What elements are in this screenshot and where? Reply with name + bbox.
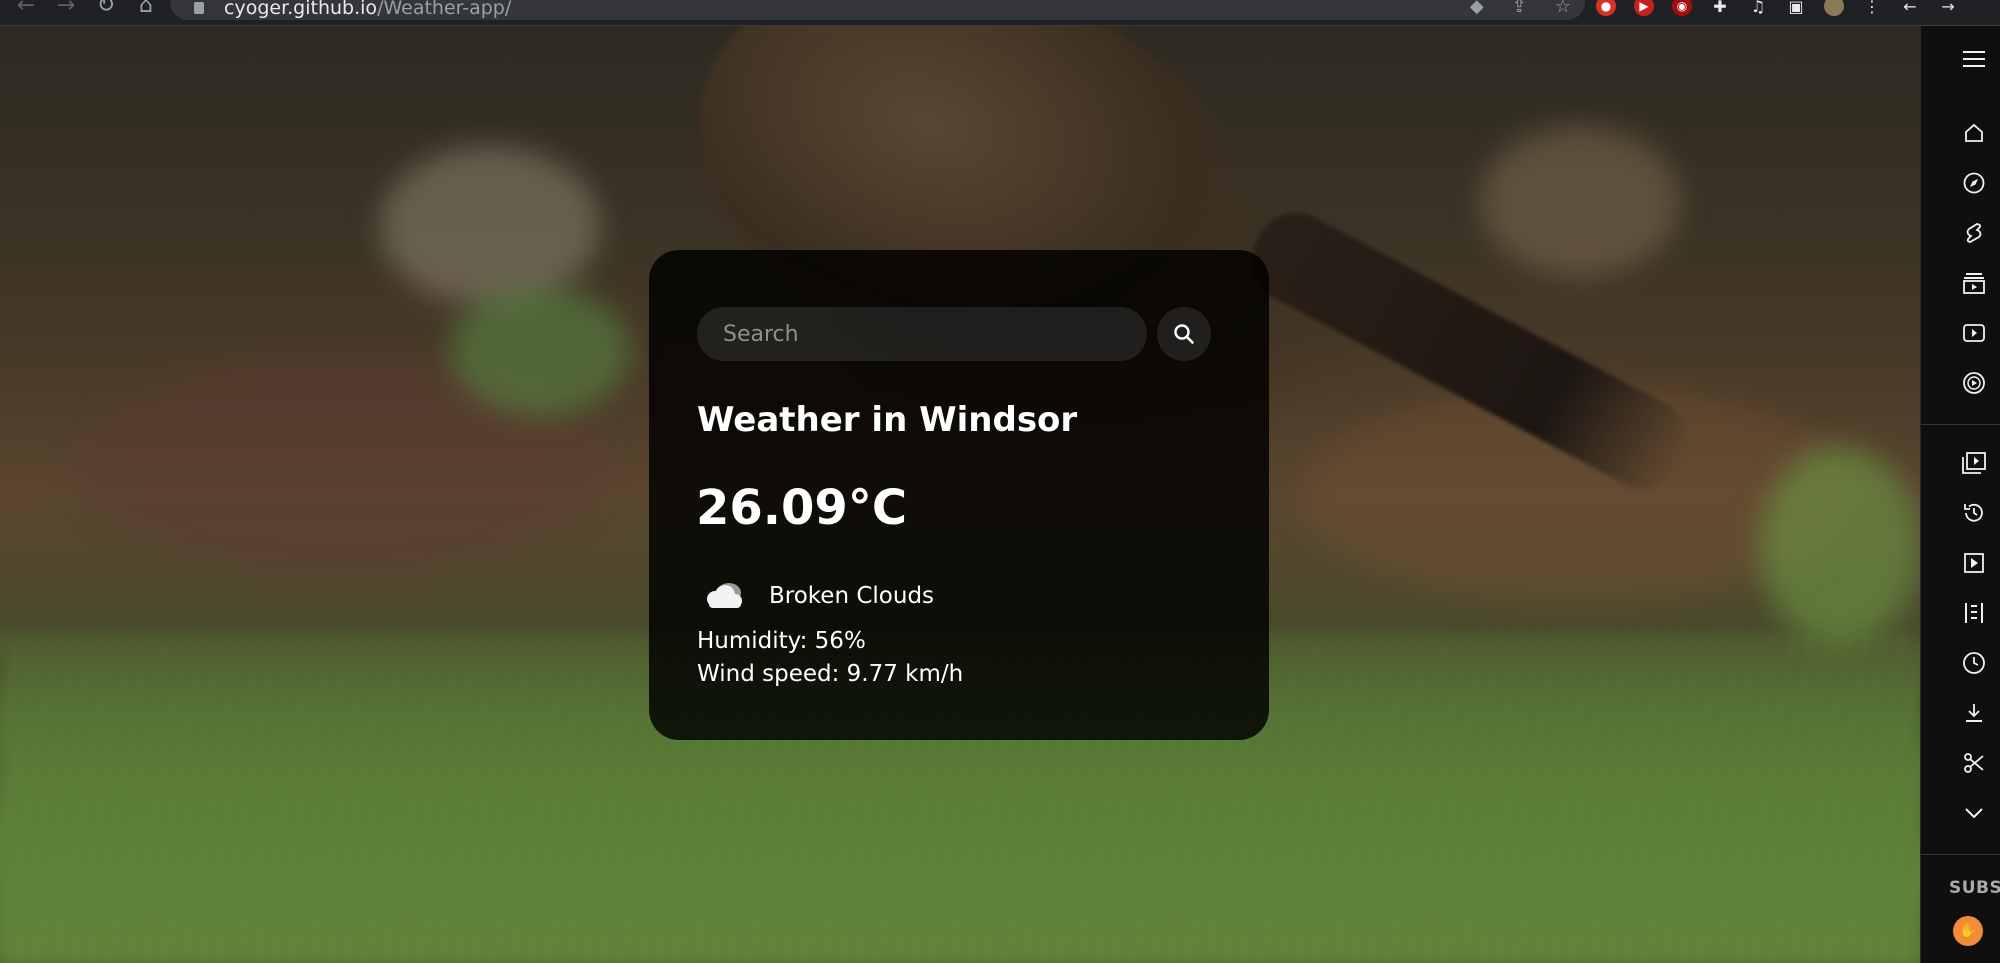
reload-icon[interactable]: ↻ xyxy=(86,0,126,19)
wind-speed-text: Wind speed: 9.77 km/h xyxy=(697,661,964,687)
search-input[interactable] xyxy=(697,307,1147,361)
city-title: Weather in Windsor xyxy=(697,400,1078,440)
extension-icon[interactable]: ● xyxy=(1596,0,1616,16)
your-videos-icon[interactable] xyxy=(1961,450,1987,476)
watch-later-icon[interactable] xyxy=(1961,650,1987,676)
address-bar[interactable]: cyoger.github.io/Weather-app/ ◆ ⇪ ☆ xyxy=(170,0,1585,20)
subscription-avatar[interactable]: ✋ xyxy=(1953,916,1983,946)
media-icon[interactable]: ♫ xyxy=(1748,0,1768,16)
extensions-area: ● ▶ ◉ ✚ ♫ ▣ ⋮ ← → xyxy=(1596,0,1958,16)
location-icon[interactable]: ◆ xyxy=(1470,0,1484,17)
playlist-icon[interactable] xyxy=(1961,550,1987,576)
url-text: cyoger.github.io/Weather-app/ xyxy=(224,0,511,19)
bokeh-blob xyxy=(380,146,600,306)
puzzle-icon[interactable]: ✚ xyxy=(1710,0,1730,16)
humidity-text: Humidity: 56% xyxy=(697,628,866,654)
downloads-icon[interactable] xyxy=(1961,700,1987,726)
show-more-icon[interactable] xyxy=(1961,800,1987,826)
bookmark-star-icon[interactable]: ☆ xyxy=(1555,0,1571,17)
weather-card: Weather in Windsor 26.09°C Broken Clouds… xyxy=(649,250,1269,740)
back-icon[interactable]: ← xyxy=(6,0,46,19)
extension-icon[interactable]: ▶ xyxy=(1634,0,1654,16)
history-icon[interactable] xyxy=(1961,500,1987,526)
shorts-icon[interactable] xyxy=(1961,220,1987,246)
sidepanel-icon[interactable]: ▣ xyxy=(1786,0,1806,16)
share-icon[interactable]: ⇪ xyxy=(1512,0,1527,17)
clips-icon[interactable] xyxy=(1961,750,1987,776)
side-divider xyxy=(1921,424,2000,425)
menu-icon[interactable] xyxy=(1961,46,1987,72)
search-button[interactable] xyxy=(1157,307,1211,361)
extension-icon[interactable]: ◉ xyxy=(1672,0,1692,16)
profile-avatar[interactable] xyxy=(1824,0,1844,16)
queue-icon[interactable] xyxy=(1961,600,1987,626)
subscriptions-label: SUBSC xyxy=(1949,878,2000,898)
weather-description: Broken Clouds xyxy=(769,583,935,609)
back-arrow-icon[interactable]: ← xyxy=(1900,0,1920,16)
explore-icon[interactable] xyxy=(1961,170,1987,196)
clover-leaves xyxy=(1760,446,1920,646)
forward-icon[interactable]: → xyxy=(46,0,86,19)
broken-clouds-icon xyxy=(707,583,742,608)
weather-description-row: Broken Clouds xyxy=(701,576,934,616)
url-path: /Weather-app/ xyxy=(377,0,512,19)
side-divider xyxy=(1921,854,2000,855)
library-icon[interactable] xyxy=(1961,320,1987,346)
temperature: 26.09°C xyxy=(696,480,908,536)
browser-toolbar: ← → ↻ ⌂ cyoger.github.io/Weather-app/ ◆ … xyxy=(0,0,2000,26)
home-browser-icon[interactable]: ⌂ xyxy=(126,0,166,19)
side-panel: SUBSC ✋ xyxy=(1920,26,2000,963)
clover-leaves xyxy=(450,286,630,416)
subscriptions-icon[interactable] xyxy=(1961,270,1987,296)
youtube-music-icon[interactable] xyxy=(1961,370,1987,396)
url-host: cyoger.github.io xyxy=(224,0,378,19)
more-vertical-icon[interactable]: ⋮ xyxy=(1862,0,1882,16)
forward-arrow-icon[interactable]: → xyxy=(1938,0,1958,16)
lock-icon xyxy=(194,2,204,14)
bokeh-blob xyxy=(1480,126,1680,276)
search-row xyxy=(697,307,1211,361)
search-icon xyxy=(1174,324,1194,344)
home-icon[interactable] xyxy=(1961,120,1987,146)
